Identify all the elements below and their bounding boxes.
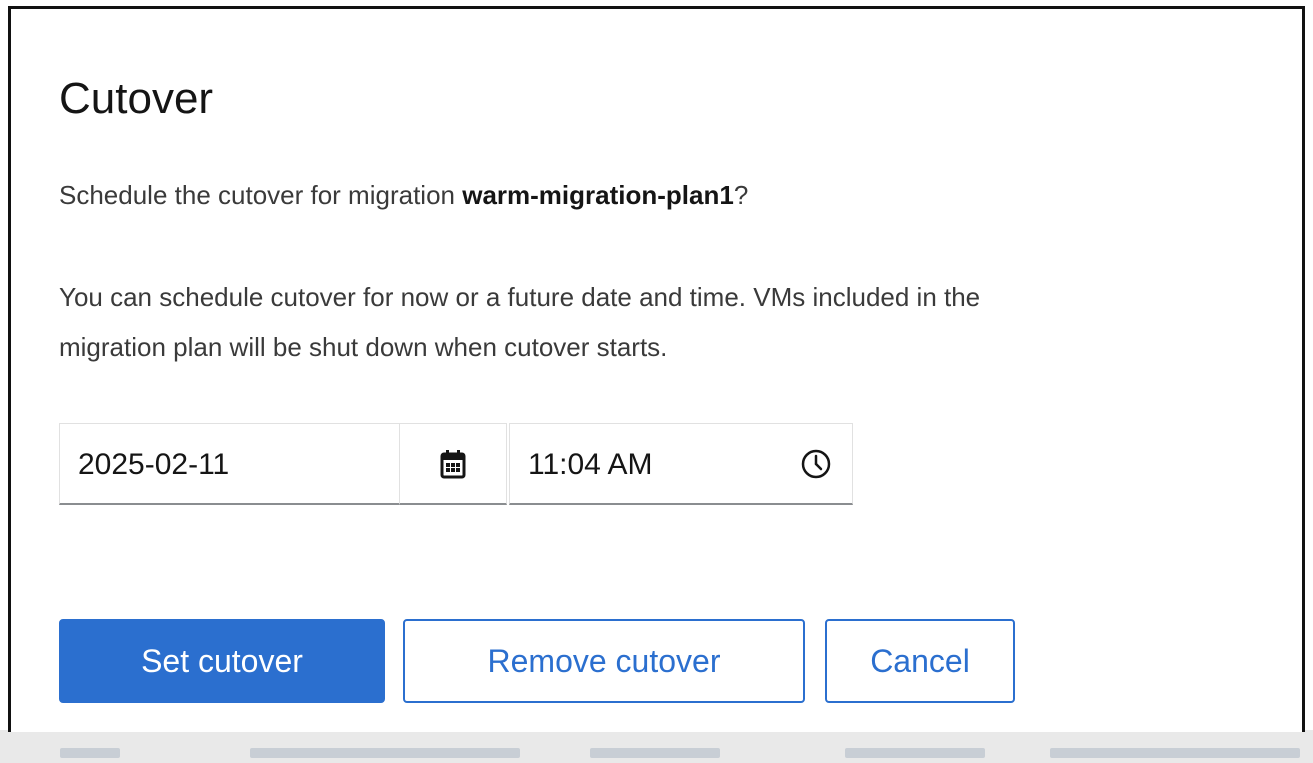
time-input[interactable]: 11:04 AM (509, 423, 853, 505)
modal-description-line-1: You can schedule cutover for now or a fu… (59, 282, 981, 312)
set-cutover-button[interactable]: Set cutover (59, 619, 385, 703)
plan-name: warm-migration-plan1 (462, 180, 734, 210)
background-table-peek (0, 730, 1313, 763)
time-value: 11:04 AM (528, 448, 653, 481)
prompt-prefix: Schedule the cutover for migration (59, 180, 463, 210)
modal-description-line-2: migration plan will be shut down when cu… (59, 332, 668, 362)
background-text-fragment (250, 748, 520, 758)
calendar-toggle-button[interactable] (399, 423, 507, 505)
background-text-fragment (845, 748, 985, 758)
calendar-icon (440, 449, 466, 478)
background-text-fragment (1050, 748, 1300, 758)
screen: Cutover Schedule the cutover for migrati… (0, 0, 1313, 763)
modal-title: Cutover (59, 74, 214, 123)
background-text-fragment (590, 748, 720, 758)
remove-cutover-button[interactable]: Remove cutover (403, 619, 805, 703)
date-value: 2025-02-11 (78, 448, 230, 481)
cancel-button[interactable]: Cancel (825, 619, 1015, 703)
prompt-suffix: ? (733, 180, 749, 210)
date-input[interactable]: 2025-02-11 (59, 423, 399, 505)
clock-icon (801, 449, 831, 479)
background-text-fragment (60, 748, 120, 758)
modal-prompt: Schedule the cutover for migration warm-… (59, 171, 748, 219)
cutover-modal: Cutover Schedule the cutover for migrati… (8, 6, 1305, 732)
cutover-datetime-picker: 2025-02-11 11:04 AM (59, 423, 853, 507)
